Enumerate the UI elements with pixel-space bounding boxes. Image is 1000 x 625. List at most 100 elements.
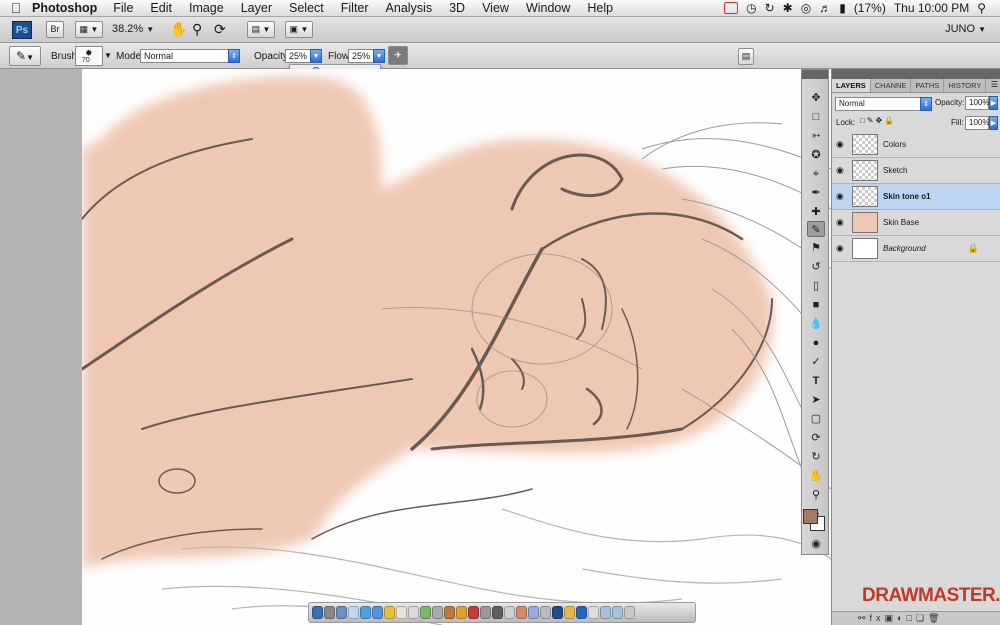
chevron-right-icon[interactable]: ▶ [989,116,998,130]
eyedropper-tool-icon[interactable]: ✒ [807,185,825,201]
photos-icon[interactable] [420,606,431,619]
sync-icon[interactable]: ↻ [765,1,775,15]
tools-panel-header[interactable] [802,70,828,79]
add-mask-icon[interactable]: ▣ [885,613,898,623]
layer-row[interactable]: ◉ Skin Base [832,210,1000,236]
history-brush-tool-icon[interactable]: ↺ [807,259,825,275]
mail-icon[interactable] [724,2,739,14]
foreground-color-swatch[interactable] [803,509,818,524]
chevron-down-icon[interactable]: ▼ [104,51,112,60]
marquee-tool-icon[interactable]: □ [807,109,825,125]
screen-mode-button[interactable]: ▣ ▼ [285,21,313,38]
folder-icon[interactable] [600,606,611,619]
shape-tool-icon[interactable]: ▢ [807,411,825,427]
eraser-tool-icon[interactable]: ▯ [807,278,825,294]
address-book-icon[interactable] [396,606,407,619]
blend-mode-select[interactable]: Normal [835,97,921,111]
hand-tool-icon[interactable]: ✋ [170,21,187,38]
3d-orbit-tool-icon[interactable]: ↻ [807,449,825,465]
menu-select[interactable]: Select [289,1,324,15]
tab-layers[interactable]: LAYERS [832,79,871,92]
new-group-icon[interactable]: □ [907,613,916,623]
document-canvas[interactable] [82,69,831,625]
ps-logo[interactable]: Ps [12,21,32,39]
clock[interactable]: Thu 10:00 PM [894,1,969,15]
spotlight-icon[interactable]: ⚲ [977,1,986,15]
lasso-tool-icon[interactable]: ➳ [807,128,825,144]
dodge-tool-icon[interactable]: ● [807,335,825,351]
menu-help[interactable]: Help [587,1,613,15]
pen-tool-icon[interactable]: ✓ [807,354,825,370]
finder-icon[interactable] [312,606,323,619]
bridge-button[interactable]: Br [46,21,64,38]
app-icon[interactable] [480,606,491,619]
quick-mask-icon[interactable]: ◉ [807,536,825,552]
app-icon[interactable] [492,606,503,619]
rotate-view-icon[interactable]: ⟳ [214,21,226,38]
layer-style-icon[interactable]: fx [870,613,885,623]
healing-brush-tool-icon[interactable]: ✚ [807,204,825,220]
menu-edit[interactable]: Edit [150,1,172,15]
time-machine-icon[interactable]: ◷ [746,1,756,15]
brush-panel-button[interactable]: ▤ [738,48,754,65]
tab-history[interactable]: HISTORY [944,79,987,92]
brush-picker[interactable]: ✸ 70 [75,46,103,66]
link-layers-icon[interactable]: ⚯ [858,613,870,623]
app-icon[interactable] [588,606,599,619]
battery-icon[interactable]: ▮ [839,1,846,15]
menu-3d[interactable]: 3D [449,1,465,15]
3d-rotate-tool-icon[interactable]: ⟳ [807,430,825,446]
blur-tool-icon[interactable]: 💧 [807,316,825,332]
skype-icon[interactable] [360,606,371,619]
chevron-updown-icon[interactable]: ⇕ [228,49,240,63]
folder-icon[interactable] [612,606,623,619]
tab-paths[interactable]: PATHS [911,79,945,92]
opacity-field[interactable]: 25% [285,49,311,63]
workspace-switcher[interactable]: JUNO ▼ [945,23,986,35]
apple-icon[interactable]:  [0,0,32,16]
type-tool-icon[interactable]: T [807,373,825,389]
app-icon[interactable] [516,606,527,619]
app-icon[interactable] [564,606,575,619]
view-extras-button[interactable]: ▦ ▼ [75,21,103,38]
flow-field[interactable]: 25% [348,49,374,63]
quick-select-tool-icon[interactable]: ✪ [807,147,825,163]
new-layer-icon[interactable]: ❏ [916,613,928,623]
chat-icon[interactable] [372,606,383,619]
eye-icon[interactable]: ◉ [836,192,846,201]
move-tool-icon[interactable]: ✥ [807,90,825,106]
app-icon[interactable] [504,606,515,619]
eye-icon[interactable]: ◉ [836,166,846,175]
eye-icon[interactable]: ◉ [836,244,846,253]
path-selection-tool-icon[interactable]: ➤ [807,392,825,408]
gradient-tool-icon[interactable]: ■ [807,297,825,313]
layer-row-selected[interactable]: ◉ Skin tone o1 [832,184,1000,210]
delete-layer-icon[interactable]: 🗑 [928,613,943,623]
menu-window[interactable]: Window [526,1,570,15]
lock-options[interactable]: □✎✥🔒 [860,116,896,125]
messenger-icon[interactable] [384,606,395,619]
bluetooth-icon[interactable]: ✱ [783,1,793,15]
panel-menu-icon[interactable]: ☰ [988,79,1000,92]
layer-row[interactable]: ◉ Background 🔒 [832,236,1000,262]
app-icon[interactable] [528,606,539,619]
airbrush-toggle[interactable]: ✈ [388,46,408,65]
menu-view[interactable]: View [482,1,509,15]
mode-select[interactable]: Normal [140,49,230,63]
browser-icon[interactable] [336,606,347,619]
fill-field[interactable]: 100% [965,116,989,130]
chevron-down-icon[interactable]: ▼ [310,49,322,63]
menu-layer[interactable]: Layer [241,1,272,15]
volume-icon[interactable]: ♬ [819,1,831,15]
tool-preset-picker[interactable]: ✎▼ [9,46,41,66]
zoom-level-dropdown[interactable]: 38.2% ▼ [112,23,154,35]
hand-tool-icon[interactable]: ✋ [807,468,825,484]
menu-app-name[interactable]: Photoshop [32,1,97,15]
eye-icon[interactable]: ◉ [836,218,846,227]
app-icon[interactable] [456,606,467,619]
menu-image[interactable]: Image [189,1,224,15]
eye-icon[interactable]: ◉ [836,140,846,149]
layer-row[interactable]: ◉ Sketch [832,158,1000,184]
dashboard-icon[interactable] [324,606,335,619]
trash-icon[interactable] [624,606,635,619]
